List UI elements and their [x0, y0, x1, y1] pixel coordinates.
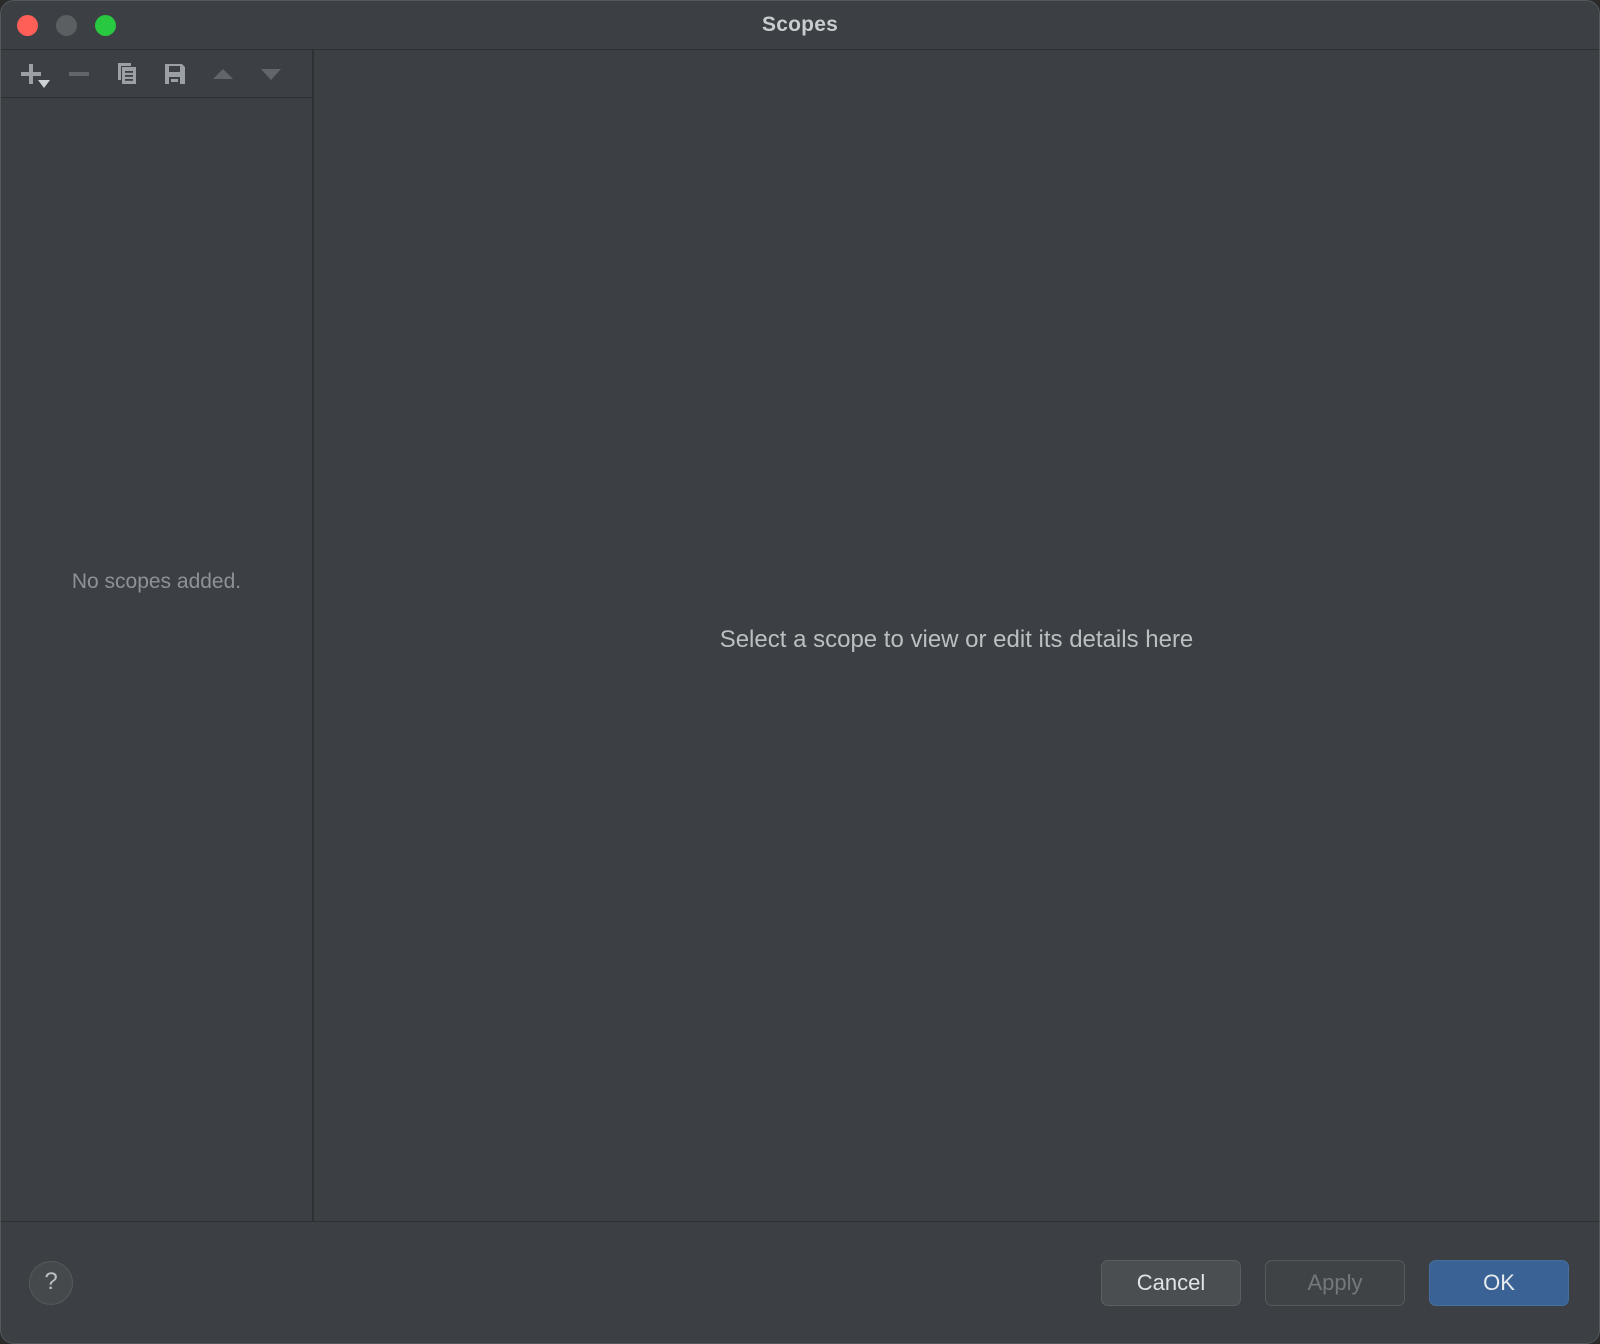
cancel-button[interactable]: Cancel [1101, 1259, 1241, 1306]
scope-details-panel: Select a scope to view or edit its detai… [314, 50, 1599, 1221]
zoom-window-button[interactable] [95, 15, 116, 36]
dialog-button-bar: ? Cancel Apply OK [1, 1222, 1599, 1343]
scopes-list-panel: No scopes added. [1, 50, 314, 1221]
dialog-body: No scopes added. Select a scope to view … [1, 50, 1599, 1222]
scopes-dialog-window: Scopes No scopes added. Select a scope t… [0, 0, 1600, 1344]
remove-scope-button[interactable] [59, 55, 99, 93]
move-scope-up-button[interactable] [203, 55, 243, 93]
window-title: Scopes [762, 13, 838, 36]
traffic-lights [17, 1, 116, 50]
chevron-down-icon [38, 79, 50, 88]
no-scopes-message: No scopes added. [71, 570, 242, 593]
move-up-icon [210, 61, 236, 87]
copy-scope-button[interactable] [107, 55, 147, 93]
scope-details-placeholder: Select a scope to view or edit its detai… [719, 626, 1194, 653]
apply-button[interactable]: Apply [1265, 1259, 1405, 1306]
action-buttons: Cancel Apply OK [1101, 1259, 1569, 1306]
remove-icon [66, 61, 92, 87]
scopes-list[interactable]: No scopes added. [1, 98, 312, 1221]
save-scope-button[interactable] [155, 55, 195, 93]
scopes-toolbar [1, 50, 312, 98]
move-down-icon [258, 61, 284, 87]
ok-button[interactable]: OK [1429, 1259, 1569, 1306]
add-scope-button[interactable] [11, 55, 51, 93]
close-window-button[interactable] [17, 15, 38, 36]
copy-icon [114, 61, 140, 87]
move-scope-down-button[interactable] [251, 55, 291, 93]
minimize-window-button[interactable] [56, 15, 77, 36]
save-icon [162, 61, 188, 87]
help-button[interactable]: ? [29, 1260, 73, 1305]
title-bar: Scopes [1, 1, 1599, 50]
